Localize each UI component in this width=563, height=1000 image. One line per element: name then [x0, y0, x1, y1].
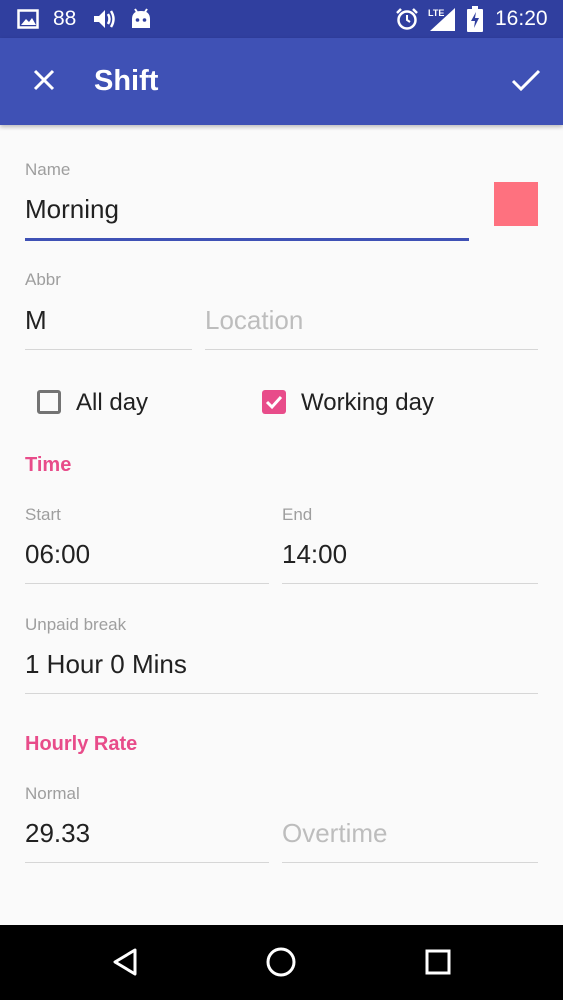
normal-rate-underline	[25, 862, 269, 863]
overtime-rate-input[interactable]: Overtime	[282, 818, 387, 849]
battery-icon	[467, 0, 483, 38]
name-underline	[25, 238, 469, 241]
unpaid-break-label: Unpaid break	[25, 615, 127, 634]
normal-rate-label: Normal	[25, 784, 80, 803]
unpaid-break-underline	[25, 693, 538, 694]
normal-rate-input[interactable]: 29.33	[25, 818, 90, 849]
start-label: Start	[25, 505, 61, 524]
hourly-rate-section-title: Hourly Rate	[25, 733, 138, 755]
all-day-label[interactable]: All day	[76, 389, 148, 417]
color-swatch[interactable]	[494, 182, 538, 226]
home-icon[interactable]	[256, 937, 306, 987]
app-bar: Shift	[0, 38, 563, 125]
page-title: Shift	[94, 65, 159, 97]
unpaid-break-field[interactable]: 1 Hour 0 Mins	[25, 649, 187, 680]
status-bar: 88 LTE 16:20	[0, 0, 563, 38]
check-mark-icon	[265, 395, 283, 410]
start-time-field[interactable]: 06:00	[25, 539, 90, 570]
name-input[interactable]: Morning	[25, 194, 119, 225]
recents-icon[interactable]	[413, 937, 463, 987]
working-day-label[interactable]: Working day	[301, 389, 434, 417]
time-section-title: Time	[25, 454, 72, 476]
signal-icon: LTE	[426, 0, 456, 38]
back-icon[interactable]	[100, 937, 150, 987]
location-underline	[205, 349, 538, 350]
abbr-underline	[25, 349, 192, 350]
overtime-underline	[282, 862, 538, 863]
navigation-bar	[0, 925, 563, 1000]
image-icon	[17, 0, 39, 38]
end-underline	[282, 583, 538, 584]
abbr-label: Abbr	[25, 270, 61, 289]
android-icon	[130, 0, 152, 38]
notification-count: 88	[53, 7, 77, 30]
alarm-icon	[395, 0, 419, 38]
start-underline	[25, 583, 269, 584]
close-icon[interactable]	[22, 58, 66, 102]
volume-icon	[92, 0, 116, 38]
all-day-checkbox[interactable]	[37, 390, 61, 414]
name-label: Name	[25, 160, 71, 179]
location-input[interactable]: Location	[205, 305, 303, 336]
lte-text: LTE	[428, 8, 444, 18]
end-label: End	[282, 505, 313, 524]
abbr-input[interactable]: M	[25, 305, 47, 336]
check-icon[interactable]	[504, 58, 548, 102]
end-time-field[interactable]: 14:00	[282, 539, 347, 570]
clock: 16:20	[495, 7, 548, 30]
working-day-checkbox[interactable]	[262, 390, 286, 414]
